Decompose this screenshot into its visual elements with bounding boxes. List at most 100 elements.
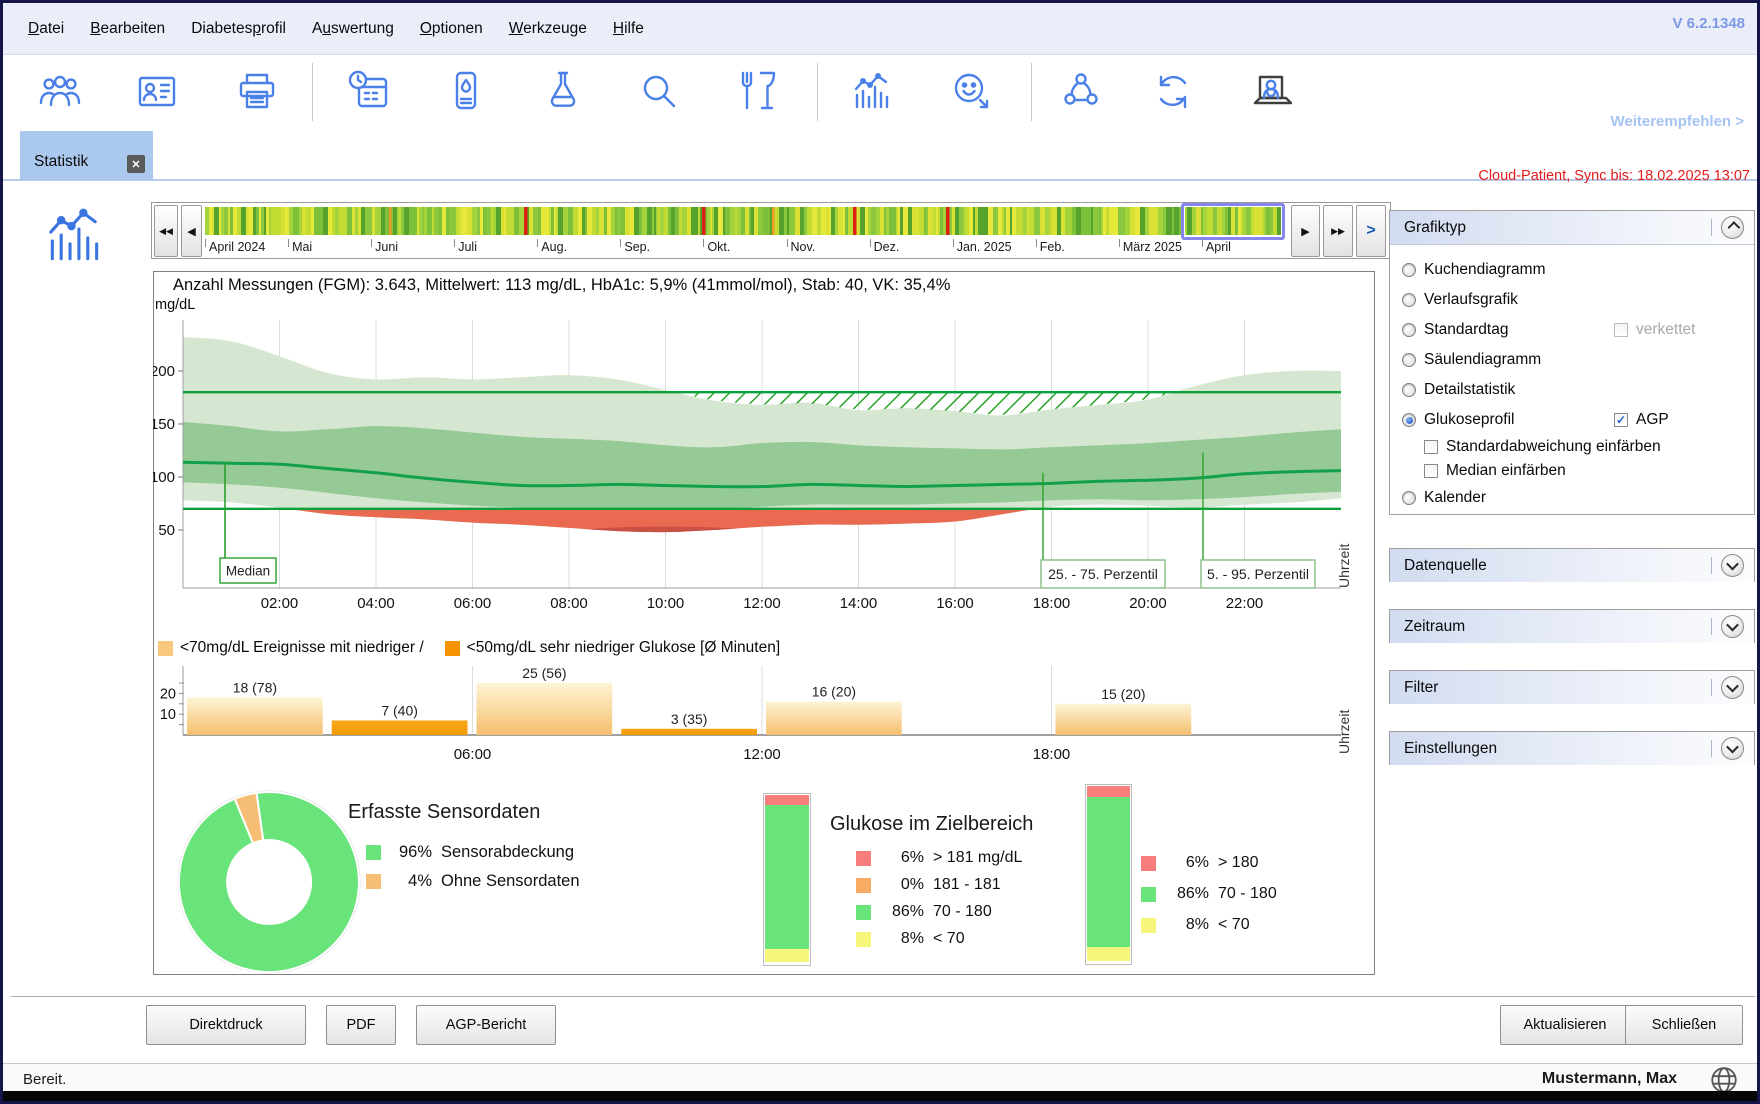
- radio-kalender[interactable]: Kalender: [1390, 483, 1754, 513]
- expand-icon[interactable]: [1721, 737, 1744, 760]
- option-label: Verlaufsgrafik: [1424, 291, 1518, 309]
- timeline-first-button[interactable]: ◀◀: [154, 205, 178, 257]
- pdf-button[interactable]: PDF: [326, 1005, 396, 1045]
- month-tick: [454, 239, 455, 247]
- panel-title: Zeitraum: [1404, 618, 1711, 636]
- sensor-coverage-legend: 96%Sensorabdeckung4%Ohne Sensordaten: [366, 843, 580, 891]
- legend-row: 8%< 70: [856, 930, 1022, 948]
- timeline-next-button[interactable]: ▶: [1291, 205, 1320, 257]
- timeline-month-label: Juni: [375, 240, 398, 254]
- checkbox-agp[interactable]: ✓AGP: [1614, 411, 1669, 429]
- panel-header-einstellungen[interactable]: Einstellungen: [1390, 732, 1754, 765]
- svg-text:20: 20: [160, 686, 176, 702]
- sidebar-panel-zeitraum: Zeitraum: [1389, 609, 1755, 643]
- panel-header-filter[interactable]: Filter: [1390, 671, 1754, 704]
- aktualisieren-button[interactable]: Aktualisieren: [1500, 1005, 1630, 1045]
- glucose-meter-icon[interactable]: [443, 68, 489, 114]
- toolbar-separator: [817, 63, 818, 121]
- menu-auswertung[interactable]: Auswertung: [312, 20, 394, 38]
- panel-title: Filter: [1404, 679, 1711, 697]
- menu-werkzeuge[interactable]: Werkzeuge: [509, 20, 587, 38]
- timeline-strip[interactable]: [205, 207, 1285, 235]
- app-version: V 6.2.1348: [1672, 15, 1745, 32]
- timeline-last-button[interactable]: ▶▶: [1323, 205, 1353, 257]
- panel-header-datenquelle[interactable]: Datenquelle: [1390, 549, 1754, 582]
- month-tick: [787, 239, 788, 247]
- menu-hilfe[interactable]: Hilfe: [613, 20, 644, 38]
- radio-kuchendiagramm[interactable]: Kuchendiagramm: [1390, 255, 1754, 285]
- legend-label: <50mg/dL sehr niedriger Glukose [Ø Minut…: [467, 639, 780, 657]
- collapse-icon[interactable]: [1721, 216, 1744, 239]
- schliessen-button[interactable]: Schließen: [1625, 1005, 1743, 1045]
- tab-label: Statistik: [34, 153, 88, 171]
- nutrition-icon[interactable]: [734, 68, 780, 114]
- svg-text:10:00: 10:00: [647, 595, 685, 612]
- checkbox-standardabweichung-einfärben[interactable]: Standardabweichung einfärben: [1390, 435, 1754, 459]
- patient-card-icon[interactable]: [134, 68, 180, 114]
- timeline-month-label: Mai: [292, 240, 312, 254]
- referral-link[interactable]: Weiterempfehlen >: [1610, 113, 1744, 130]
- patients-icon[interactable]: [37, 68, 83, 114]
- calendar-clock-icon[interactable]: [346, 68, 392, 114]
- expand-icon[interactable]: [1721, 676, 1744, 699]
- search-icon[interactable]: [635, 68, 681, 114]
- sidebar-panel-datenquelle: Datenquelle: [1389, 548, 1755, 582]
- menu-diabetesprofil[interactable]: Diabetesprofil: [191, 20, 286, 38]
- month-tick: [288, 239, 289, 247]
- legend-swatch: [1141, 856, 1156, 871]
- svg-text:150: 150: [153, 416, 175, 433]
- print-icon[interactable]: [234, 68, 280, 114]
- wellbeing-icon[interactable]: [948, 68, 994, 114]
- lab-icon[interactable]: [540, 68, 586, 114]
- sidebar-panel-grafiktyp: Grafiktyp Kuchendiagramm Verlaufsgrafik Sta…: [1389, 210, 1755, 515]
- sync-icon[interactable]: [1150, 68, 1196, 114]
- radio-detailstatistik[interactable]: Detailstatistik: [1390, 375, 1754, 405]
- telemedicine-icon[interactable]: [1248, 68, 1294, 114]
- direktdruck-button[interactable]: Direktdruck: [146, 1005, 306, 1045]
- panel-header-zeitraum[interactable]: Zeitraum: [1390, 610, 1754, 643]
- timeline-month-label: März 2025: [1123, 240, 1182, 254]
- timeline-month-label: April: [1206, 240, 1231, 254]
- panel-header-grafiktyp[interactable]: Grafiktyp: [1390, 211, 1754, 244]
- month-tick: [953, 239, 954, 247]
- timeline-prev-button[interactable]: ◀: [181, 205, 202, 257]
- tab-statistik[interactable]: Statistik ✕: [20, 131, 153, 180]
- radio-glukoseprofil[interactable]: Glukoseprofil ✓AGP: [1390, 405, 1754, 435]
- statistics-logo-icon: [33, 201, 113, 274]
- toolbar: [3, 55, 1757, 127]
- expand-icon[interactable]: [1721, 615, 1744, 638]
- option-label: Glukoseprofil: [1424, 411, 1514, 429]
- toolbar-separator: [1031, 63, 1032, 121]
- option-label: Kalender: [1424, 489, 1486, 507]
- svg-text:10: 10: [160, 707, 176, 723]
- svg-text:50: 50: [158, 522, 175, 539]
- radio-säulendiagramm[interactable]: Säulendiagramm: [1390, 345, 1754, 375]
- option-label: Median einfärben: [1446, 462, 1566, 480]
- checkbox-median-einfärben[interactable]: Median einfärben: [1390, 459, 1754, 483]
- radio-standardtag[interactable]: Standardtagverkettet: [1390, 315, 1754, 345]
- menu-optionen[interactable]: Optionen: [420, 20, 483, 38]
- expand-icon[interactable]: [1721, 554, 1744, 577]
- agp-bericht-button[interactable]: AGP-Bericht: [416, 1005, 556, 1045]
- timeline-selection[interactable]: [1181, 203, 1285, 240]
- statistics-icon[interactable]: [848, 68, 894, 114]
- menu-bearbeiten[interactable]: Bearbeiten: [90, 20, 165, 38]
- legend-row: 6%> 181 mg/dL: [856, 849, 1022, 867]
- stack-segment: [765, 805, 809, 949]
- radio-verlaufsgrafik[interactable]: Verlaufsgrafik: [1390, 285, 1754, 315]
- svg-text:08:00: 08:00: [550, 595, 588, 612]
- svg-text:Median: Median: [226, 564, 270, 579]
- tir-legend: 6%> 18086%70 - 1808%< 70: [1141, 854, 1277, 934]
- legend-row: 4%Ohne Sensordaten: [366, 872, 580, 891]
- menu-datei[interactable]: Datei: [28, 20, 64, 38]
- close-icon[interactable]: ✕: [127, 155, 145, 173]
- legend-row: 86%70 - 180: [856, 903, 1022, 921]
- share-icon[interactable]: [1058, 68, 1104, 114]
- timeline-month-label: Nov.: [791, 240, 816, 254]
- checkbox-verkettet[interactable]: verkettet: [1614, 321, 1695, 339]
- svg-text:25. - 75. Perzentil: 25. - 75. Perzentil: [1048, 566, 1158, 582]
- timeline-forward-button[interactable]: >: [1356, 205, 1386, 257]
- legend-swatch: [158, 641, 173, 656]
- svg-text:100: 100: [153, 469, 175, 486]
- svg-text:12:00: 12:00: [743, 595, 781, 612]
